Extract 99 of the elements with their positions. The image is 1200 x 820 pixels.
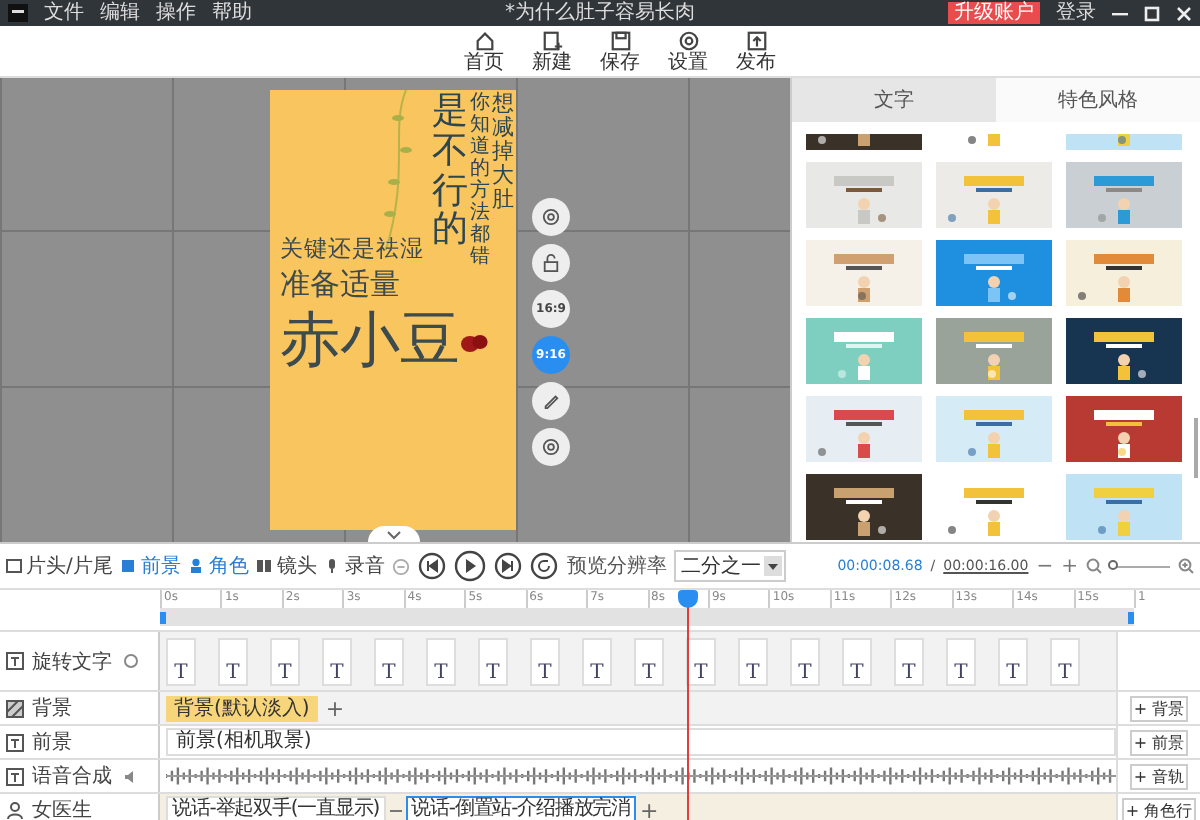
text-clip[interactable]: T bbox=[426, 637, 456, 685]
track-name: 女医生 bbox=[32, 797, 92, 820]
toolbar-button[interactable]: 设置 bbox=[668, 26, 708, 76]
add-button[interactable]: + bbox=[325, 695, 345, 721]
dialog-clip[interactable]: 说话-举起双手(一直显示) bbox=[166, 796, 386, 820]
track-icon bbox=[6, 767, 24, 785]
vertical-text: 你知道的方法都错 bbox=[470, 92, 490, 268]
zoom-out-icon[interactable] bbox=[1086, 558, 1102, 574]
foreground-clip[interactable]: 前景(相机取景) bbox=[166, 728, 1116, 756]
menu-item[interactable]: 帮助 bbox=[212, 1, 252, 25]
microphone-icon bbox=[324, 558, 341, 574]
toolbar-button[interactable]: 保存 bbox=[600, 26, 640, 76]
headline-text: 赤小豆 bbox=[280, 306, 460, 378]
zoom-in-icon[interactable] bbox=[1178, 558, 1194, 574]
toolbar-button[interactable]: 首页 bbox=[464, 26, 504, 76]
pen-icon bbox=[542, 392, 560, 410]
lengthen-button[interactable]: + bbox=[1061, 555, 1078, 577]
zoom-thumb[interactable] bbox=[1107, 559, 1117, 569]
connector-line bbox=[389, 809, 402, 811]
text-clip[interactable]: T bbox=[582, 637, 612, 685]
add-track-button[interactable]: + 角色行 bbox=[1121, 797, 1197, 820]
track-name: 语音合成 bbox=[32, 763, 112, 790]
text-clip[interactable]: T bbox=[738, 637, 768, 685]
caret-icon bbox=[764, 556, 783, 576]
add-track-button[interactable]: + 前景 bbox=[1129, 729, 1189, 755]
app-logo-icon bbox=[8, 4, 28, 22]
menu-item[interactable]: 文件 bbox=[44, 1, 84, 25]
caret-icon bbox=[386, 529, 402, 539]
track-icon bbox=[6, 652, 24, 670]
timeline-tool-button[interactable]: 前景 bbox=[120, 552, 181, 580]
panel-tab[interactable]: 文字 bbox=[792, 78, 996, 122]
close-icon[interactable] bbox=[1176, 5, 1192, 21]
timeline-tool-button[interactable]: 录音 bbox=[324, 552, 385, 580]
timeline-tool-button[interactable]: 片头/片尾 bbox=[6, 552, 113, 580]
text-clip[interactable]: T bbox=[374, 637, 404, 685]
previous-button[interactable] bbox=[418, 552, 447, 580]
toolbar-button[interactable]: 新建 bbox=[532, 26, 572, 76]
toolbar-button[interactable]: 发布 bbox=[736, 26, 776, 76]
vertical-text: 想减掉大肚 bbox=[492, 92, 514, 213]
shorten-button[interactable]: − bbox=[1036, 555, 1054, 577]
resolution-label: 预览分辨率 bbox=[566, 553, 667, 580]
maximize-icon[interactable] bbox=[1144, 5, 1160, 21]
save-icon bbox=[609, 29, 631, 51]
text-clip[interactable]: T bbox=[998, 637, 1028, 685]
track-name: 前景 bbox=[32, 729, 72, 756]
loop-button[interactable] bbox=[530, 552, 559, 580]
upload-icon bbox=[745, 29, 767, 51]
text-clip[interactable]: T bbox=[218, 637, 248, 685]
settings-button[interactable] bbox=[532, 428, 570, 466]
gear-icon bbox=[542, 438, 560, 456]
upgrade-button[interactable]: 升级账户 bbox=[948, 2, 1040, 24]
new-page-icon bbox=[541, 29, 563, 51]
login-link[interactable]: 登录 bbox=[1056, 1, 1096, 25]
play-button[interactable] bbox=[454, 550, 487, 582]
text-clip[interactable]: T bbox=[634, 637, 664, 685]
text-clip[interactable]: T bbox=[166, 637, 196, 685]
caption-text: 关键还是祛湿 bbox=[280, 234, 424, 264]
text-clip[interactable]: T bbox=[270, 637, 300, 685]
text-clip[interactable]: T bbox=[894, 637, 924, 685]
track-name: 背景 bbox=[32, 695, 72, 722]
text-clip[interactable]: T bbox=[790, 637, 820, 685]
text-clip[interactable]: T bbox=[686, 637, 716, 685]
track-icon bbox=[6, 699, 24, 717]
menu-item[interactable]: 操作 bbox=[156, 1, 196, 25]
edit-button[interactable] bbox=[532, 382, 570, 420]
person-icon bbox=[188, 558, 205, 574]
caption-text: 准备适量 bbox=[280, 266, 400, 304]
add-button[interactable]: + bbox=[640, 797, 659, 820]
text-clip[interactable]: T bbox=[478, 637, 508, 685]
timeline-tool-button[interactable]: 镜头 bbox=[256, 552, 317, 580]
track-icon bbox=[6, 733, 24, 751]
text-clip[interactable]: T bbox=[842, 637, 872, 685]
dialog-clip[interactable]: 说话-倒置站-介绍播放完消 bbox=[405, 796, 637, 820]
lock-button[interactable] bbox=[532, 244, 570, 282]
window-title: *为什么肚子容易长肉 bbox=[505, 1, 695, 25]
camera-button[interactable] bbox=[532, 198, 570, 236]
menu-item[interactable]: 编辑 bbox=[100, 1, 140, 25]
vertical-text: 是不行的 bbox=[432, 92, 468, 251]
columns-icon bbox=[256, 558, 273, 574]
beans-icon bbox=[460, 331, 488, 353]
collapse-tab[interactable] bbox=[368, 526, 420, 542]
text-clip[interactable]: T bbox=[530, 637, 560, 685]
next-button[interactable] bbox=[494, 552, 523, 580]
text-clip[interactable]: T bbox=[322, 637, 352, 685]
text-clip[interactable]: T bbox=[1050, 637, 1080, 685]
resolution-dropdown[interactable]: 二分之一 bbox=[674, 550, 787, 582]
add-track-button[interactable]: + 音轨 bbox=[1129, 763, 1189, 789]
background-clip[interactable]: 背景(默认淡入) bbox=[166, 695, 318, 721]
speaker-icon[interactable] bbox=[124, 769, 138, 783]
add-track-button[interactable]: + 背景 bbox=[1129, 695, 1189, 721]
person-icon bbox=[6, 801, 24, 819]
text-clip[interactable]: T bbox=[946, 637, 976, 685]
settings-icon bbox=[677, 29, 699, 51]
lock-icon bbox=[542, 254, 560, 272]
panel-tab[interactable]: 特色风格 bbox=[996, 78, 1200, 122]
home-icon bbox=[473, 29, 495, 51]
track-name: 旋转文字 bbox=[32, 649, 112, 675]
timeline-tool-button[interactable]: 角色 bbox=[188, 552, 249, 580]
layer-icon bbox=[120, 558, 137, 574]
